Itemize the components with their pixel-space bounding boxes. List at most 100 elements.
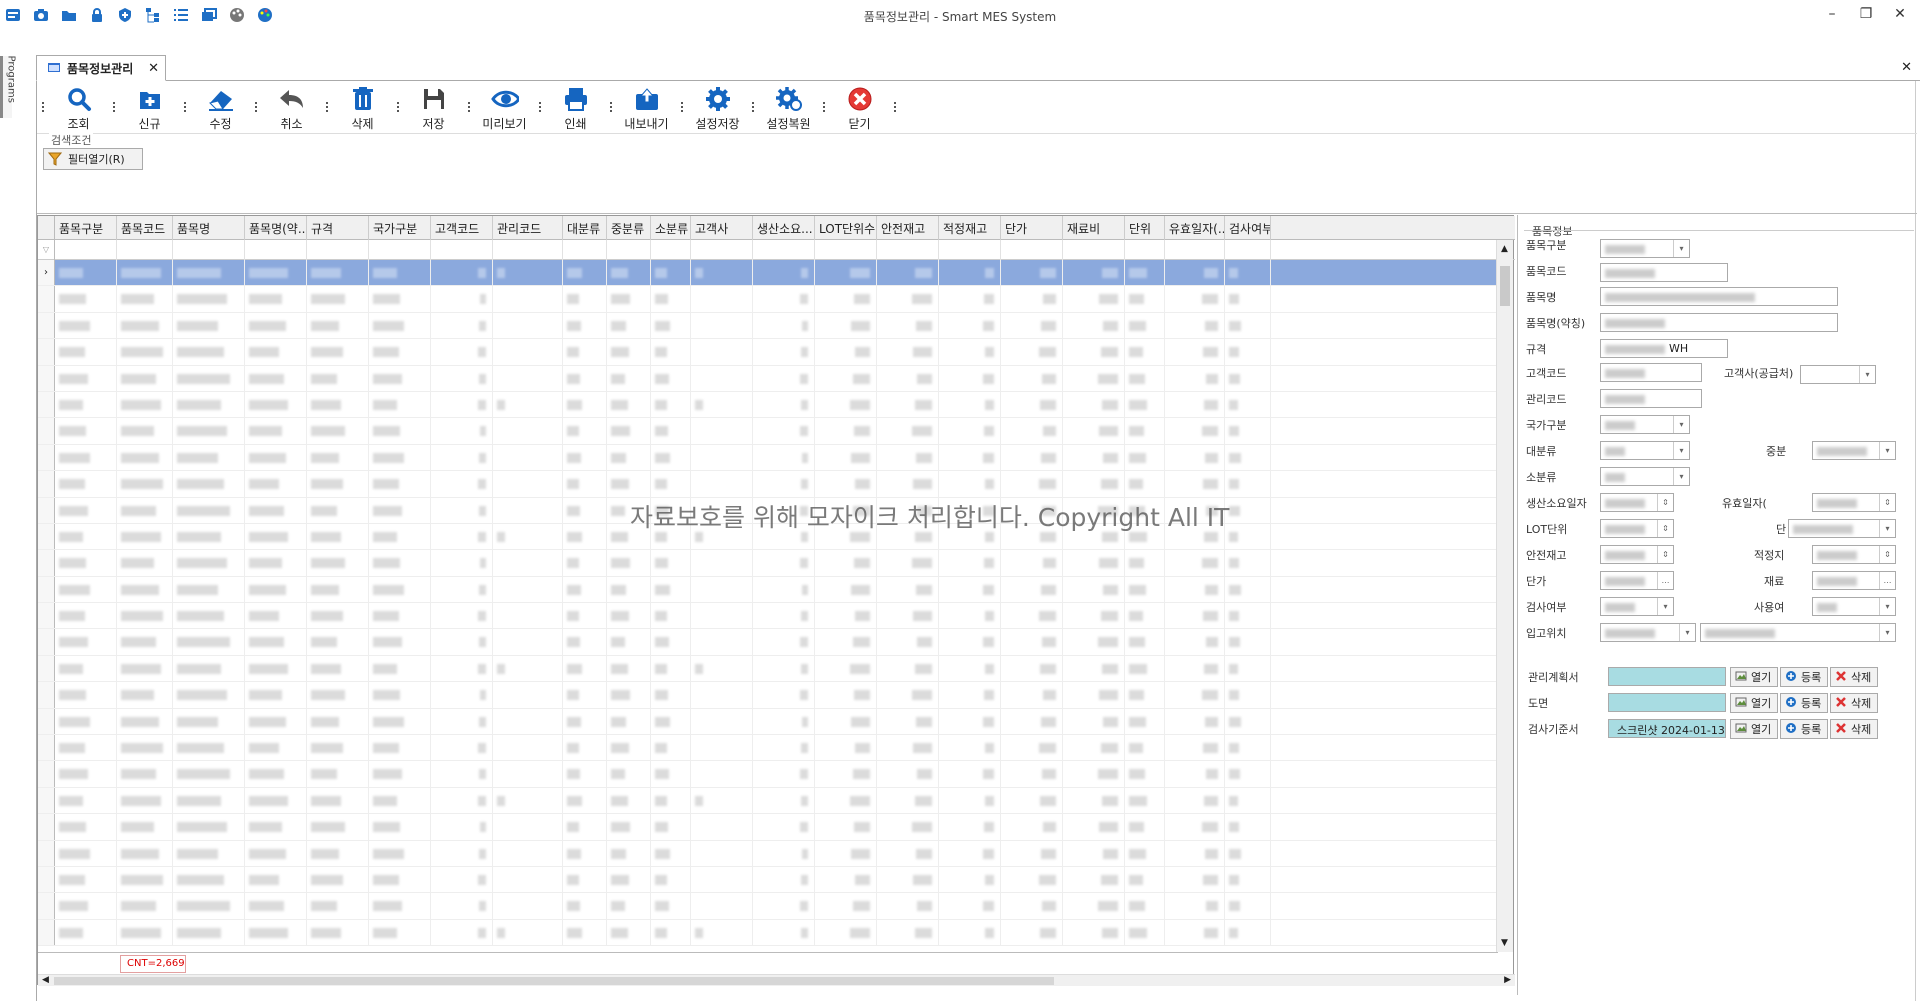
- column-header[interactable]: 생산소요...: [753, 216, 815, 240]
- row-header[interactable]: [38, 840, 55, 866]
- column-header[interactable]: LOT단위수...: [815, 216, 877, 240]
- lot-unit-spin[interactable]: ⇕: [1600, 519, 1674, 538]
- add-button[interactable]: 신규: [118, 81, 181, 133]
- drawing-file-input[interactable]: [1608, 693, 1726, 712]
- column-header[interactable]: 국가구분: [369, 216, 431, 240]
- column-header[interactable]: 품목명(약...: [245, 216, 307, 240]
- proper-stock-spin[interactable]: ⇕: [1812, 545, 1896, 564]
- safety-stock-spin[interactable]: ⇕: [1600, 545, 1674, 564]
- row-header[interactable]: [38, 523, 55, 550]
- table-row[interactable]: [38, 339, 1498, 366]
- column-header[interactable]: 품목명: [173, 216, 245, 240]
- filter-cell[interactable]: [117, 240, 173, 260]
- customer-supplier-select[interactable]: ▾: [1800, 365, 1876, 384]
- dropdown-arrow-icon[interactable]: ▾: [1879, 598, 1895, 615]
- filter-cell[interactable]: [877, 240, 939, 260]
- gear-button[interactable]: 설정저장: [686, 81, 749, 133]
- row-header[interactable]: [38, 708, 55, 735]
- filter-cell[interactable]: [691, 240, 753, 260]
- table-row[interactable]: [38, 761, 1498, 788]
- location-select-2[interactable]: ▾: [1700, 623, 1896, 642]
- export-button[interactable]: 내보내기: [615, 81, 678, 133]
- column-header[interactable]: 적정재고: [939, 216, 1001, 240]
- tab-item-info[interactable]: 품목정보관리 ✕: [36, 55, 166, 81]
- dropdown-arrow-icon[interactable]: ▾: [1673, 442, 1689, 459]
- middle-category-select[interactable]: ▾: [1812, 441, 1896, 460]
- filter-cell[interactable]: [307, 240, 369, 260]
- item-name-short-input[interactable]: [1600, 313, 1838, 332]
- column-header[interactable]: 검사여부: [1225, 216, 1271, 240]
- dropdown-arrow-icon[interactable]: ⇕: [1879, 546, 1895, 563]
- row-header[interactable]: ›: [38, 260, 55, 286]
- row-header[interactable]: [38, 576, 55, 603]
- dropdown-arrow-icon[interactable]: ▾: [1879, 520, 1895, 537]
- dropdown-arrow-icon[interactable]: ▾: [1879, 624, 1895, 641]
- column-header[interactable]: 소분류: [651, 216, 691, 240]
- item-name-input[interactable]: [1600, 287, 1838, 306]
- row-header[interactable]: [38, 286, 55, 312]
- table-row[interactable]: [38, 471, 1498, 498]
- location-select-1[interactable]: ▾: [1600, 623, 1696, 642]
- price-input[interactable]: …: [1600, 571, 1674, 590]
- table-row[interactable]: [38, 682, 1498, 709]
- dropdown-arrow-icon[interactable]: ▾: [1673, 240, 1689, 257]
- table-row[interactable]: [38, 629, 1498, 656]
- table-row[interactable]: [38, 603, 1498, 630]
- table-row[interactable]: [38, 919, 1498, 947]
- row-header[interactable]: [38, 418, 55, 444]
- row-header[interactable]: [38, 735, 55, 761]
- dropdown-arrow-icon[interactable]: ▾: [1859, 366, 1875, 383]
- column-header[interactable]: 품목코드: [117, 216, 173, 240]
- dropdown-arrow-icon[interactable]: ▾: [1657, 598, 1673, 615]
- dropdown-arrow-icon[interactable]: …: [1657, 572, 1673, 589]
- save-button[interactable]: 저장: [402, 81, 465, 133]
- close-all-tabs-icon[interactable]: ✕: [1901, 60, 1912, 75]
- search-button[interactable]: 조회: [47, 81, 110, 133]
- inspect-std-register-button[interactable]: 등록: [1780, 719, 1828, 739]
- filter-cell[interactable]: [1125, 240, 1165, 260]
- plan-doc-register-button[interactable]: 등록: [1780, 667, 1828, 687]
- country-select[interactable]: ▾: [1600, 415, 1690, 434]
- table-row[interactable]: [38, 365, 1498, 392]
- dropdown-arrow-icon[interactable]: ▾: [1879, 442, 1895, 459]
- item-code-input[interactable]: [1600, 263, 1728, 282]
- row-header[interactable]: [38, 365, 55, 391]
- filter-cell[interactable]: [939, 240, 1001, 260]
- minor-category-select[interactable]: ▾: [1600, 467, 1690, 486]
- column-header[interactable]: 안전재고: [877, 216, 939, 240]
- table-row[interactable]: [38, 893, 1498, 920]
- filter-cell[interactable]: [753, 240, 815, 260]
- filter-cell[interactable]: [1001, 240, 1063, 260]
- undo-button[interactable]: 취소: [260, 81, 323, 133]
- drawing-delete-button[interactable]: 삭제: [1830, 693, 1878, 713]
- table-row[interactable]: [38, 866, 1498, 894]
- material-input[interactable]: …: [1812, 571, 1896, 590]
- dropdown-arrow-icon[interactable]: ▾: [1673, 468, 1689, 485]
- table-row[interactable]: [38, 735, 1498, 762]
- column-header[interactable]: 규격: [307, 216, 369, 240]
- item-grid[interactable]: 품목구분 품목코드 품목명 품목명(약... 규격 국가구분 고객코드 관리코드 대분류 중분류 소…: [37, 215, 1515, 986]
- plan-doc-open-button[interactable]: 열기: [1730, 667, 1778, 687]
- use-select[interactable]: ▾: [1812, 597, 1896, 616]
- dropdown-arrow-icon[interactable]: ▾: [1673, 416, 1689, 433]
- filter-cell[interactable]: [815, 240, 877, 260]
- filter-cell[interactable]: [431, 240, 493, 260]
- drawing-open-button[interactable]: 열기: [1730, 693, 1778, 713]
- dropdown-arrow-icon[interactable]: ⇕: [1879, 494, 1895, 511]
- table-row[interactable]: [38, 286, 1498, 313]
- column-header[interactable]: 중분류: [607, 216, 651, 240]
- column-header[interactable]: 관리코드: [493, 216, 563, 240]
- table-row[interactable]: [38, 655, 1498, 683]
- row-header[interactable]: [38, 814, 55, 840]
- row-header[interactable]: [38, 893, 55, 919]
- filter-cell[interactable]: [1165, 240, 1225, 260]
- grid-filter-row[interactable]: ▽: [38, 240, 1515, 260]
- table-row[interactable]: [38, 550, 1498, 577]
- dropdown-arrow-icon[interactable]: ⇕: [1657, 494, 1673, 511]
- programs-side-tab[interactable]: Programs: [0, 56, 17, 118]
- row-header[interactable]: [38, 550, 55, 576]
- table-row[interactable]: ›: [38, 260, 1498, 287]
- close-window-button[interactable]: ✕: [1890, 4, 1910, 24]
- spec-input[interactable]: WH: [1600, 339, 1728, 358]
- filter-cell[interactable]: [563, 240, 607, 260]
